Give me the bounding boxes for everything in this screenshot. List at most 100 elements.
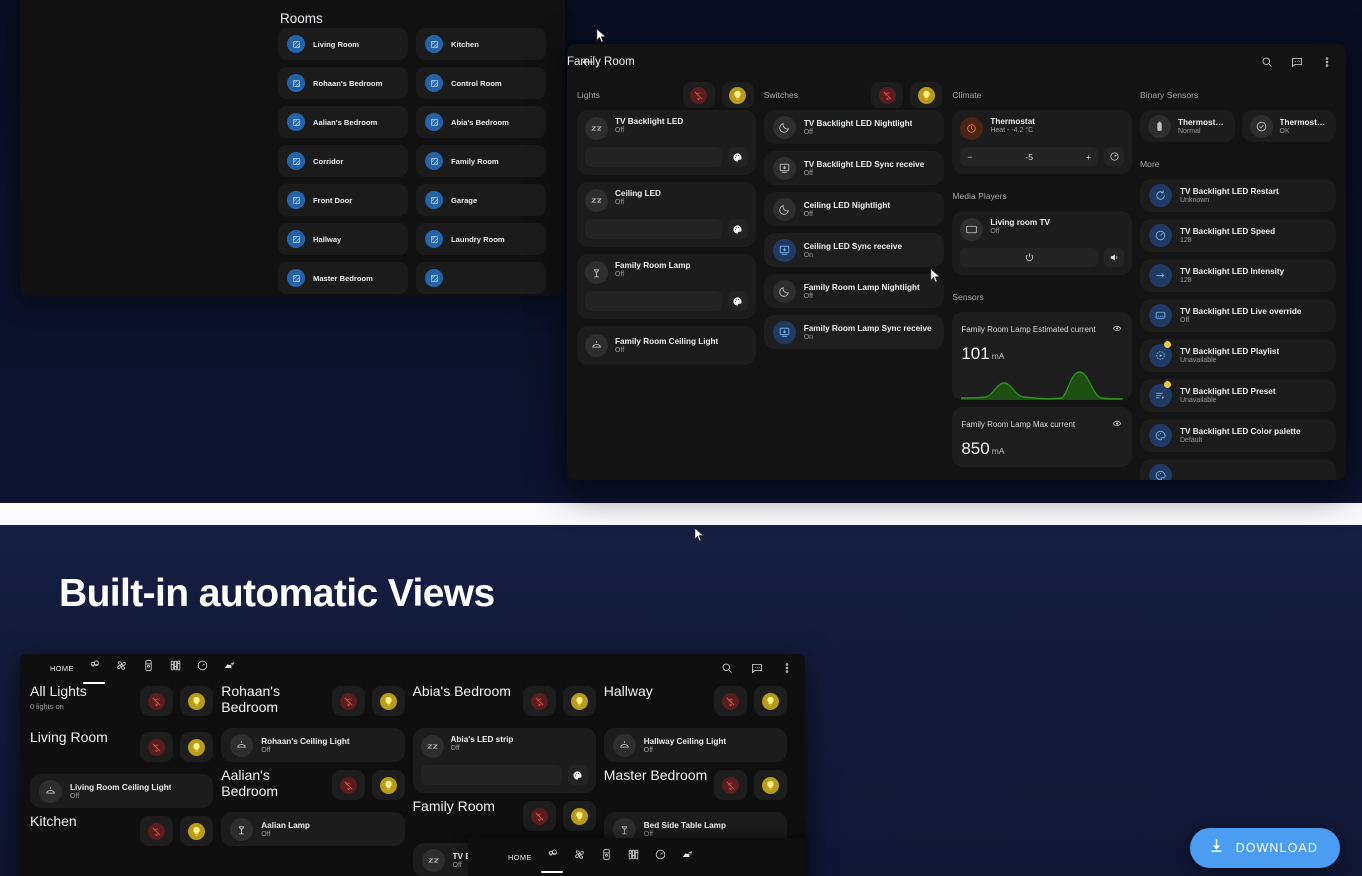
room-tile[interactable]: Corridor xyxy=(278,145,408,177)
lights-all-off-button[interactable] xyxy=(682,82,715,108)
group-lights-off-button[interactable] xyxy=(331,770,365,800)
thermostat-minus-button[interactable]: − xyxy=(967,152,972,162)
group-lights-on-button[interactable] xyxy=(562,801,596,831)
tab-home[interactable]: HOME xyxy=(508,843,532,871)
media-player-card[interactable]: Living room TV Off xyxy=(952,211,1132,275)
tab-sliders[interactable] xyxy=(627,843,640,871)
thermostat-stepper[interactable]: − -5 + xyxy=(960,147,1098,166)
switch-card[interactable]: Ceiling LED Sync receive On xyxy=(763,233,945,267)
light-card[interactable]: Abia's LED strip Off xyxy=(412,728,596,793)
sensor-card[interactable]: Family Room Lamp Estimated current 101 mA xyxy=(952,312,1132,400)
tab-camera[interactable] xyxy=(223,654,236,682)
binary-sensor-card[interactable]: Thermostat ... Normal xyxy=(1140,110,1235,142)
light-card[interactable]: Rohaan's Ceiling Light Off xyxy=(221,728,405,762)
switch-card[interactable]: TV Backlight LED Sync receive Off xyxy=(763,151,945,185)
more-entity-card[interactable]: TV Backlight LED Color palette Default xyxy=(1140,419,1336,452)
room-tile[interactable]: Hallway xyxy=(278,223,408,255)
brightness-slider[interactable] xyxy=(585,291,722,311)
group-lights-off-button[interactable] xyxy=(140,732,174,762)
switch-card[interactable]: Ceiling LED Nightlight Off xyxy=(763,192,945,226)
room-tile[interactable]: Family Room xyxy=(416,145,546,177)
binary-sensor-card[interactable]: Thermostat ... OK xyxy=(1241,110,1336,142)
group-lights-off-button[interactable] xyxy=(522,686,556,716)
more-entity-card[interactable]: TV Backlight LED Speed 128 xyxy=(1140,219,1336,252)
group-lights-off-button[interactable] xyxy=(522,801,556,831)
tab-lightbulb-group[interactable] xyxy=(546,843,559,871)
more-entity-card-partial[interactable] xyxy=(1140,459,1336,480)
thermostat-plus-button[interactable]: + xyxy=(1086,152,1091,162)
lights-all-on-button[interactable] xyxy=(721,82,754,108)
switch-card[interactable]: TV Backlight LED Nightlight Off xyxy=(763,110,945,144)
room-tile[interactable]: Kitchen xyxy=(416,28,546,60)
room-tile[interactable]: Front Door xyxy=(278,184,408,216)
eye-icon[interactable] xyxy=(1111,415,1123,433)
room-tile[interactable]: Control Room xyxy=(416,67,546,99)
light-card[interactable]: Family Room Lamp Off xyxy=(577,254,756,319)
color-palette-button[interactable] xyxy=(727,219,748,239)
media-volume-icon[interactable] xyxy=(1104,248,1124,267)
tab-fan[interactable] xyxy=(573,843,586,871)
room-tile[interactable]: Abia's Bedroom xyxy=(416,106,546,138)
media-power-button[interactable] xyxy=(960,248,1098,267)
group-lights-off-button[interactable] xyxy=(140,816,174,846)
tab-lightbulb-group[interactable] xyxy=(88,654,101,682)
brightness-slider[interactable] xyxy=(585,147,722,167)
more-entity-card[interactable]: TV Backlight LED Live override Off xyxy=(1140,299,1336,332)
tab-home[interactable]: HOME xyxy=(50,654,74,682)
group-lights-off-button[interactable] xyxy=(331,686,365,716)
room-tile[interactable] xyxy=(416,262,546,294)
search-icon[interactable] xyxy=(1260,55,1274,69)
switches-all-off-button[interactable] xyxy=(871,82,904,108)
group-lights-off-button[interactable] xyxy=(140,686,174,716)
assist-icon[interactable] xyxy=(1290,55,1304,69)
tab-sliders[interactable] xyxy=(169,654,182,682)
light-card[interactable]: Ceiling LED Off xyxy=(577,182,756,247)
overflow-menu-icon[interactable] xyxy=(781,661,793,679)
group-lights-on-button[interactable] xyxy=(371,686,405,716)
tab-camera[interactable] xyxy=(681,843,694,871)
more-entity-card[interactable]: TV Backlight LED Restart Unknown xyxy=(1140,179,1336,212)
group-lights-on-button[interactable] xyxy=(180,732,214,762)
overflow-menu-icon[interactable] xyxy=(1320,55,1334,69)
thermostat-dial-icon[interactable] xyxy=(1104,147,1124,166)
group-lights-on-button[interactable] xyxy=(562,686,596,716)
color-palette-button[interactable] xyxy=(727,291,748,311)
group-lights-off-button[interactable] xyxy=(714,686,747,716)
tab-fan[interactable] xyxy=(115,654,128,682)
brightness-slider[interactable] xyxy=(585,219,722,239)
switches-all-on-button[interactable] xyxy=(910,82,943,108)
room-tile[interactable]: Master Bedroom xyxy=(278,262,408,294)
group-lights-on-button[interactable] xyxy=(180,816,214,846)
tab-gauge[interactable] xyxy=(196,654,209,682)
color-palette-button[interactable] xyxy=(567,765,588,785)
group-lights-on-button[interactable] xyxy=(180,686,214,716)
group-lights-on-button[interactable] xyxy=(371,770,405,800)
group-lights-off-button[interactable] xyxy=(714,770,747,800)
group-lights-on-button[interactable] xyxy=(754,686,787,716)
tab-gauge[interactable] xyxy=(654,843,667,871)
switch-card[interactable]: Family Room Lamp Sync receive On xyxy=(763,315,945,349)
light-card[interactable]: Living Room Ceiling Light Off xyxy=(30,774,214,808)
light-card[interactable]: Aalian Lamp Off xyxy=(221,812,405,846)
room-tile[interactable]: Aalian's Bedroom xyxy=(278,106,408,138)
more-entity-card[interactable]: TV Backlight LED Preset Unavailable xyxy=(1140,379,1336,412)
light-card[interactable]: Hallway Ceiling Light Off xyxy=(603,728,787,762)
thermostat-card[interactable]: Thermostat Heat - -4.2 °C − -5 + xyxy=(952,110,1132,174)
room-tile[interactable]: Rohaan's Bedroom xyxy=(278,67,408,99)
search-icon[interactable] xyxy=(721,661,733,679)
sensor-card[interactable]: Family Room Lamp Max current 850 mA xyxy=(952,407,1132,467)
switch-card[interactable]: Family Room Lamp Nightlight Off xyxy=(763,274,945,308)
more-entity-card[interactable]: TV Backlight LED Intensity 128 xyxy=(1140,259,1336,292)
download-button[interactable]: DOWNLOAD xyxy=(1189,828,1340,868)
color-palette-button[interactable] xyxy=(727,147,748,167)
light-card[interactable]: TV Backlight LEDOff xyxy=(577,110,756,175)
tab-switch[interactable] xyxy=(600,843,613,871)
room-tile[interactable]: Laundry Room xyxy=(416,223,546,255)
more-entity-card[interactable]: TV Backlight LED Playlist Unavailable xyxy=(1140,339,1336,372)
room-tile[interactable]: Garage xyxy=(416,184,546,216)
assist-icon[interactable] xyxy=(751,661,763,679)
light-card[interactable]: Family Room Ceiling Light Off xyxy=(577,326,756,365)
eye-icon[interactable] xyxy=(1111,320,1123,338)
brightness-slider[interactable] xyxy=(420,765,562,785)
group-lights-on-button[interactable] xyxy=(754,770,787,800)
